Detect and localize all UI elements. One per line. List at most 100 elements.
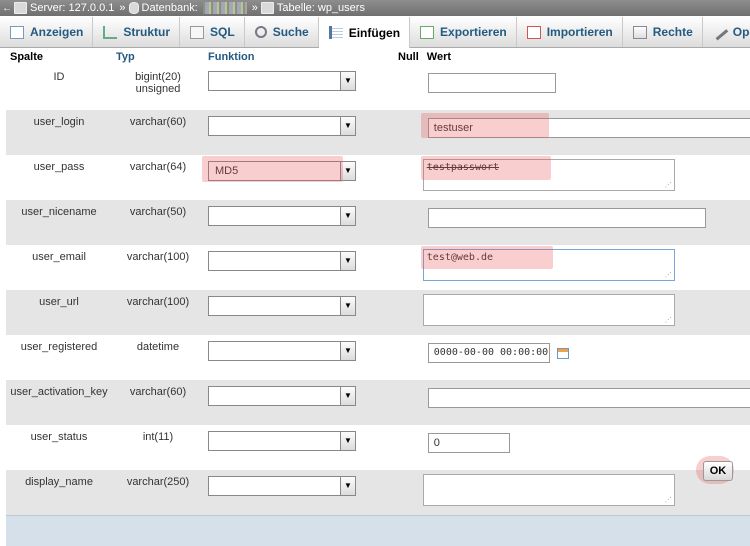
column-name: user_status: [6, 425, 112, 470]
chevron-down-icon[interactable]: ▼: [340, 297, 355, 315]
tab-exportieren[interactable]: Exportieren: [410, 17, 517, 47]
ok-button[interactable]: OK: [703, 461, 733, 481]
resize-grip-icon[interactable]: ⋰: [665, 316, 672, 324]
server-icon: [14, 2, 27, 14]
table-row: user_activation_key varchar(60) ▼: [6, 380, 750, 425]
tab-bar: Anzeigen Struktur SQL Suche Einfügen Exp…: [0, 17, 750, 48]
function-select[interactable]: ▼: [208, 251, 356, 271]
datetime-input[interactable]: 0000-00-00 00:00:00.0: [428, 343, 550, 363]
column-type: varchar(64): [112, 155, 204, 200]
column-name: display_name: [6, 470, 112, 516]
table-row: user_registered datetime ▼ 0000-00-00 00…: [6, 335, 750, 380]
table-row: user_pass varchar(64) MD5▼ testpasswort⋰: [6, 155, 750, 200]
value-input[interactable]: [428, 73, 556, 93]
column-name: ID: [6, 65, 112, 110]
breadcrumb-database[interactable]: Datenbank:: [129, 2, 247, 14]
search-icon: [255, 26, 267, 38]
sql-icon: [190, 26, 204, 39]
table-row: user_url varchar(100) ▼ ⋰: [6, 290, 750, 335]
function-select[interactable]: ▼: [208, 71, 356, 91]
value-input[interactable]: [428, 388, 750, 408]
highlight-annotation: [421, 246, 553, 269]
highlight-annotation: [421, 156, 551, 180]
structure-icon: [103, 26, 117, 39]
header-funktion[interactable]: Funktion: [204, 48, 394, 65]
column-name: user_email: [6, 245, 112, 290]
privileges-icon: [633, 26, 647, 39]
chevron-down-icon[interactable]: ▼: [340, 342, 355, 360]
tab-importieren[interactable]: Importieren: [517, 17, 623, 47]
column-name: user_pass: [6, 155, 112, 200]
resize-grip-icon[interactable]: ⋰: [665, 271, 672, 279]
import-icon: [527, 26, 541, 39]
column-type: varchar(60): [112, 110, 204, 155]
insert-table: Spalte Typ Funktion Null Wert ID bigint(…: [6, 48, 750, 546]
insert-icon: [329, 26, 343, 39]
function-select[interactable]: ▼: [208, 206, 356, 226]
breadcrumb: ← Server: 127.0.0.1 » Datenbank: » Tabel…: [0, 0, 750, 16]
column-type: varchar(100): [112, 245, 204, 290]
chevron-down-icon[interactable]: ▼: [340, 72, 355, 90]
header-null: Null: [394, 48, 423, 65]
table-row: user_email varchar(100) ▼ test@web.de⋰: [6, 245, 750, 290]
column-type: int(11): [112, 425, 204, 470]
value-textarea[interactable]: ⋰: [423, 474, 675, 506]
column-name: user_registered: [6, 335, 112, 380]
breadcrumb-table[interactable]: Tabelle: wp_users: [261, 2, 365, 14]
column-type: datetime: [112, 335, 204, 380]
chevron-down-icon[interactable]: ▼: [340, 117, 355, 135]
function-select[interactable]: ▼: [208, 116, 356, 136]
chevron-down-icon[interactable]: ▼: [340, 477, 355, 495]
calendar-icon[interactable]: [557, 348, 569, 359]
highlight-annotation: [202, 156, 343, 182]
chevron-down-icon[interactable]: ▼: [340, 252, 355, 270]
column-type: bigint(20) unsigned: [112, 65, 204, 110]
column-name: user_activation_key: [6, 380, 112, 425]
column-type: varchar(100): [112, 290, 204, 335]
tab-sql[interactable]: SQL: [180, 17, 245, 47]
value-input[interactable]: 0: [428, 433, 510, 453]
function-select[interactable]: ▼: [208, 341, 356, 361]
function-select[interactable]: ▼: [208, 431, 356, 451]
table-row: user_status int(11) ▼ 0: [6, 425, 750, 470]
back-arrow-icon[interactable]: ←: [0, 3, 14, 14]
column-type: varchar(60): [112, 380, 204, 425]
blurred-database-name: [203, 2, 247, 14]
chevron-down-icon[interactable]: ▼: [340, 432, 355, 450]
function-select[interactable]: ▼: [208, 386, 356, 406]
table-row: display_name varchar(250) ▼ ⋰: [6, 470, 750, 516]
header-spalte: Spalte: [6, 48, 112, 65]
highlight-annotation: [421, 113, 549, 138]
breadcrumb-server[interactable]: Server: 127.0.0.1: [14, 2, 114, 14]
header-typ[interactable]: Typ: [112, 48, 204, 65]
function-select[interactable]: ▼: [208, 476, 356, 496]
database-icon: [129, 2, 139, 14]
tab-struktur[interactable]: Struktur: [93, 17, 180, 47]
table-row: ID bigint(20) unsigned ▼: [6, 65, 750, 110]
browse-icon: [10, 26, 24, 39]
column-type: varchar(250): [112, 470, 204, 516]
column-type: varchar(50): [112, 200, 204, 245]
tab-rechte[interactable]: Rechte: [623, 17, 703, 47]
resize-grip-icon[interactable]: ⋰: [665, 496, 672, 504]
operations-icon: [711, 24, 728, 40]
function-select[interactable]: ▼: [208, 296, 356, 316]
value-input[interactable]: [428, 208, 706, 228]
export-icon: [420, 26, 434, 39]
table-icon: [261, 2, 274, 14]
tab-anzeigen[interactable]: Anzeigen: [0, 17, 93, 47]
chevron-down-icon[interactable]: ▼: [340, 387, 355, 405]
resize-grip-icon[interactable]: ⋰: [665, 181, 672, 189]
value-textarea[interactable]: ⋰: [423, 294, 675, 326]
chevron-down-icon[interactable]: ▼: [340, 207, 355, 225]
column-name: user_url: [6, 290, 112, 335]
tab-operationen[interactable]: Operati: [703, 17, 750, 47]
table-row: user_nicename varchar(50) ▼: [6, 200, 750, 245]
form-footer: [6, 516, 750, 546]
table-row: user_login varchar(60) ▼ testuser: [6, 110, 750, 155]
header-wert: Wert: [423, 48, 750, 65]
column-name: user_nicename: [6, 200, 112, 245]
tab-suche[interactable]: Suche: [245, 17, 319, 47]
tab-einfuegen[interactable]: Einfügen: [319, 17, 410, 48]
column-name: user_login: [6, 110, 112, 155]
